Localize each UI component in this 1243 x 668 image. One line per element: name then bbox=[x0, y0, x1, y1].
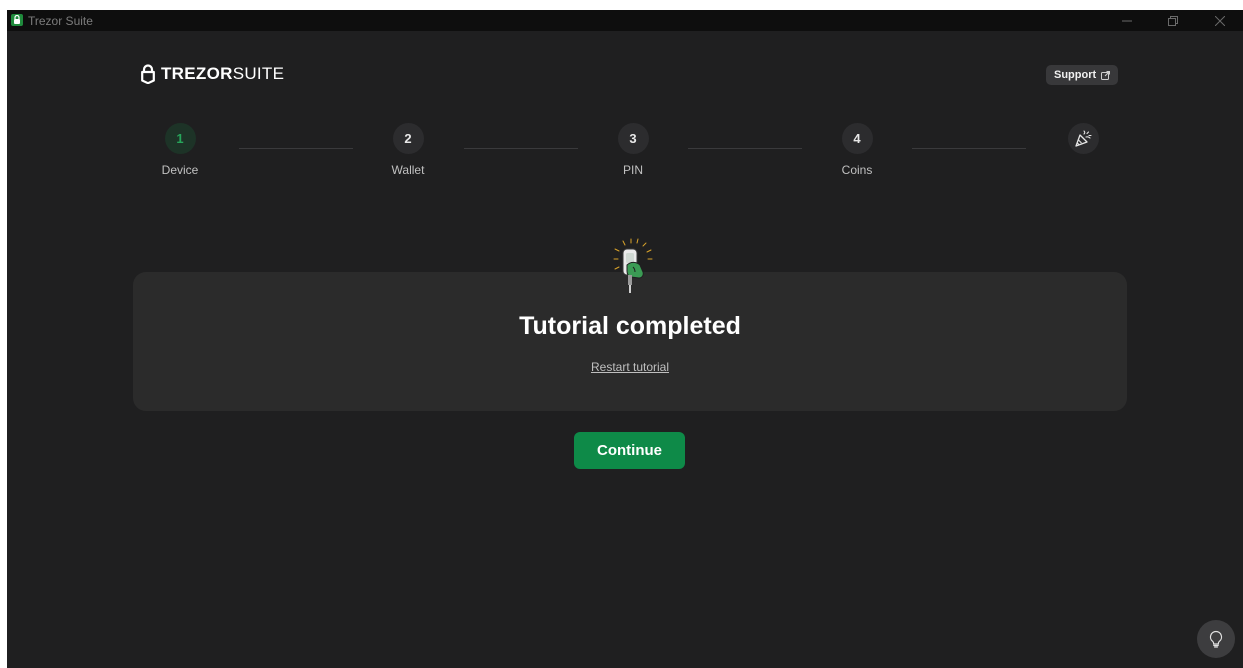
step-connector bbox=[464, 148, 578, 149]
party-popper-icon bbox=[1067, 123, 1099, 154]
step-number: 2 bbox=[392, 123, 424, 154]
minimize-button[interactable] bbox=[1104, 10, 1150, 31]
step-connector bbox=[688, 148, 802, 149]
step-pin: 3 PIN bbox=[593, 123, 673, 177]
lock-icon bbox=[141, 64, 155, 84]
trezor-suite-logo: TREZOR SUITE bbox=[141, 63, 284, 85]
page-title: Tutorial completed bbox=[519, 312, 741, 340]
window-title: Trezor Suite bbox=[28, 14, 93, 28]
logo-suite-text: SUITE bbox=[232, 64, 285, 83]
step-connector bbox=[239, 148, 353, 149]
step-wallet: 2 Wallet bbox=[368, 123, 448, 177]
tips-button[interactable] bbox=[1197, 620, 1235, 658]
logo-brand-text: TREZOR bbox=[161, 64, 233, 83]
step-device: 1 Device bbox=[140, 123, 220, 177]
app-icon bbox=[11, 14, 23, 26]
restart-tutorial-link[interactable]: Restart tutorial bbox=[133, 360, 1127, 374]
step-label: Device bbox=[161, 163, 199, 177]
step-number: 4 bbox=[841, 123, 873, 154]
step-label: Coins bbox=[841, 163, 873, 177]
step-final bbox=[1043, 123, 1123, 154]
continue-button[interactable]: Continue bbox=[574, 432, 685, 469]
window-titlebar: Trezor Suite bbox=[7, 10, 1243, 31]
support-label: Support bbox=[1054, 69, 1097, 81]
step-number: 3 bbox=[617, 123, 649, 154]
external-link-icon bbox=[1101, 70, 1111, 80]
step-coins: 4 Coins bbox=[817, 123, 897, 177]
restore-button[interactable] bbox=[1150, 10, 1196, 31]
lightbulb-icon bbox=[1209, 630, 1223, 648]
step-connector bbox=[912, 148, 1026, 149]
step-number: 1 bbox=[164, 123, 196, 154]
trezor-device-icon bbox=[603, 237, 663, 308]
support-button[interactable]: Support bbox=[1046, 65, 1119, 85]
app-window: TREZOR SUITE Support 1 Device 2 Wallet 3… bbox=[7, 31, 1243, 668]
step-label: Wallet bbox=[391, 163, 425, 177]
close-button[interactable] bbox=[1197, 10, 1243, 31]
step-label: PIN bbox=[622, 163, 643, 177]
